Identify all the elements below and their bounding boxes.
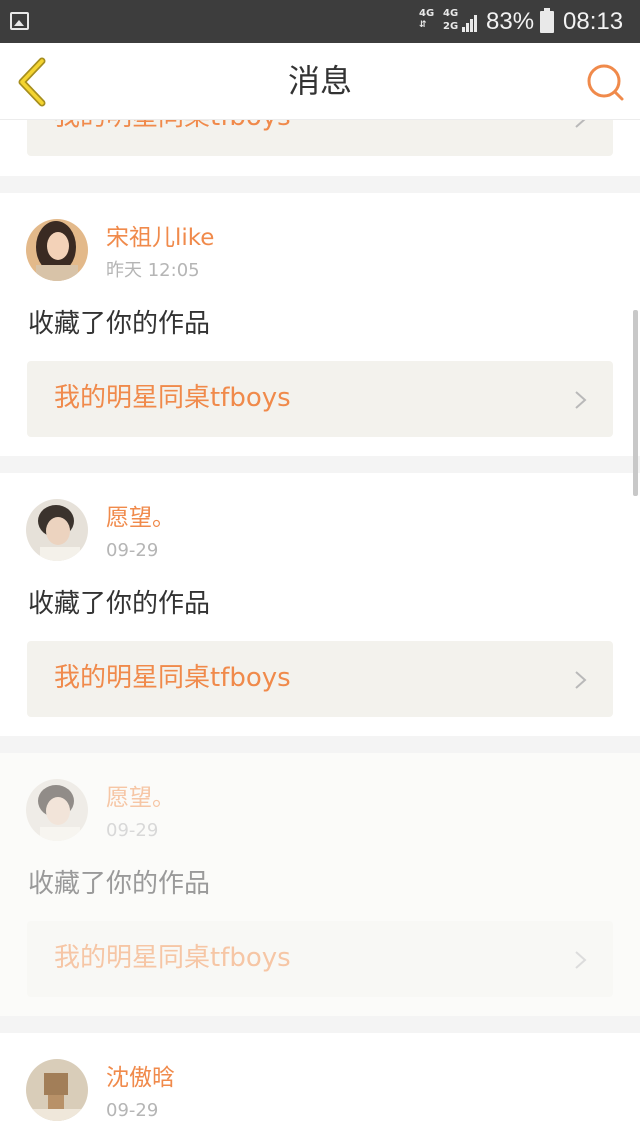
user-photo: [26, 219, 88, 281]
work-link[interactable]: 我的明星同桌tfboys: [27, 641, 613, 717]
timestamp: 09-29: [106, 820, 159, 841]
action-text: 收藏了你的作品: [28, 589, 211, 619]
user-name[interactable]: 愿望。: [106, 783, 175, 813]
user-name[interactable]: 宋祖儿like: [106, 223, 214, 253]
chevron-right-icon: [575, 391, 587, 409]
message-card: 我的明星同桌tfboys: [0, 120, 640, 176]
nav-bar: 消息: [0, 43, 640, 120]
network-indicator-2g: 4G 2G: [443, 9, 458, 32]
search-button[interactable]: [584, 61, 626, 103]
user-photo: [26, 1059, 88, 1121]
network-label: 4G: [419, 8, 435, 19]
signal-icon: [462, 14, 478, 32]
search-icon: [587, 64, 624, 101]
avatar[interactable]: [26, 219, 88, 281]
timestamp: 昨天 12:05: [106, 260, 200, 281]
status-bar: 4G ⇵ 4G 2G 83% 08:13: [0, 0, 640, 43]
action-text: 收藏了你的作品: [28, 869, 211, 899]
avatar[interactable]: [26, 1059, 88, 1121]
chevron-right-icon: [575, 671, 587, 689]
work-link[interactable]: 我的明星同桌tfboys: [27, 120, 613, 156]
user-photo: [26, 779, 88, 841]
chevron-right-icon: [575, 120, 586, 128]
work-title: 我的明星同桌tfboys: [54, 943, 291, 973]
work-title: 我的明星同桌tfboys: [54, 663, 291, 693]
avatar[interactable]: [26, 499, 88, 561]
data-arrows-icon: ⇵: [419, 20, 427, 30]
battery-percent: 83%: [486, 8, 535, 35]
user-name[interactable]: 沈傲晗: [106, 1063, 175, 1093]
timestamp: 09-29: [106, 1100, 159, 1121]
clock: 08:13: [563, 8, 624, 35]
user-name[interactable]: 愿望。: [106, 503, 175, 533]
network-label: 4G: [443, 8, 459, 19]
scrollbar[interactable]: [633, 310, 638, 496]
message-card: 沈傲晗 09-29: [0, 1033, 640, 1138]
chevron-right-icon: [575, 951, 587, 969]
avatar[interactable]: [26, 779, 88, 841]
network-label: 2G: [443, 21, 459, 32]
work-link[interactable]: 我的明星同桌tfboys: [27, 921, 613, 997]
work-link[interactable]: 我的明星同桌tfboys: [27, 361, 613, 437]
gallery-icon: [10, 12, 29, 30]
message-card: 愿望。 09-29 收藏了你的作品 我的明星同桌tfboys: [0, 473, 640, 736]
message-feed[interactable]: 我的明星同桌tfboys 宋祖儿like 昨天 12:05 收藏了你的作品 我的…: [0, 120, 640, 1138]
timestamp: 09-29: [106, 540, 159, 561]
user-photo: [26, 499, 88, 561]
work-title: 我的明星同桌tfboys: [54, 120, 291, 134]
message-card: 愿望。 09-29 收藏了你的作品 我的明星同桌tfboys: [0, 753, 640, 1016]
network-indicator-4g: 4G ⇵: [419, 8, 435, 31]
page-title: 消息: [287, 62, 352, 100]
action-text: 收藏了你的作品: [28, 309, 211, 339]
message-card: 宋祖儿like 昨天 12:05 收藏了你的作品 我的明星同桌tfboys: [0, 193, 640, 456]
battery-icon: [540, 8, 554, 33]
work-title: 我的明星同桌tfboys: [54, 383, 291, 413]
